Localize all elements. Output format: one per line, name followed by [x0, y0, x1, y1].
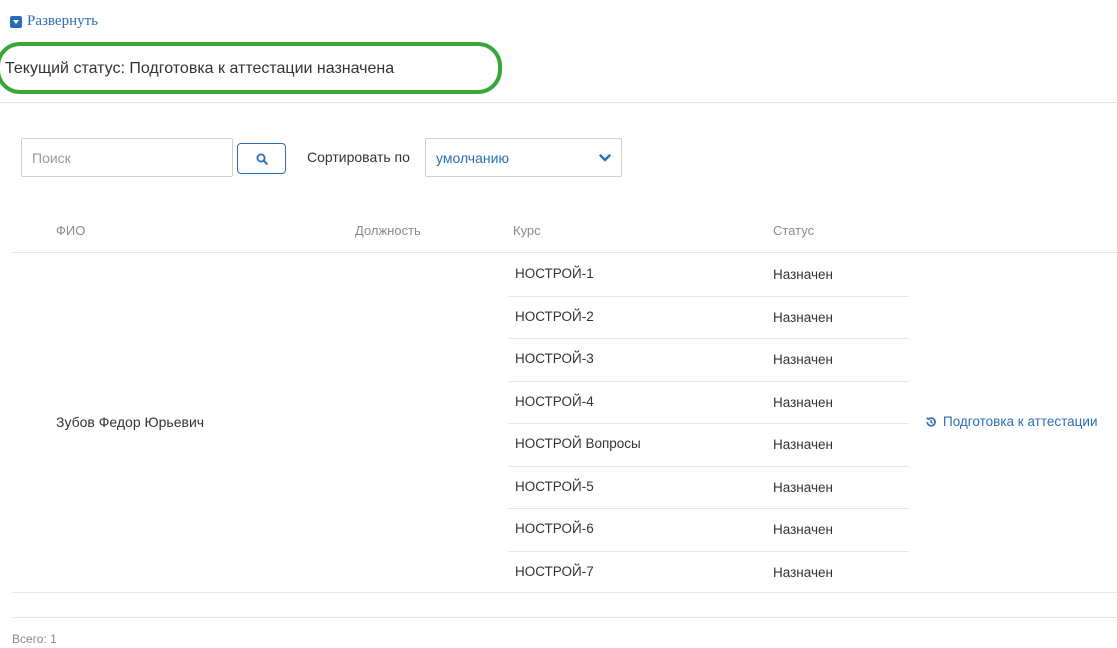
row-divider	[508, 423, 909, 424]
status-cell: Назначен	[773, 352, 833, 367]
search-button[interactable]	[237, 143, 286, 174]
expand-link[interactable]: Развернуть	[10, 13, 98, 30]
column-header-status[interactable]: Статус	[773, 223, 814, 238]
course-cell: НОСТРОЙ-2	[515, 308, 594, 324]
total-count: Всего: 1	[12, 632, 57, 646]
status-cell: Назначен	[773, 267, 833, 282]
course-cell: НОСТРОЙ Вопросы	[515, 436, 641, 451]
employee-name: Зубов Федор Юрьевич	[56, 414, 205, 430]
course-cell: НОСТРОЙ-1	[515, 266, 594, 281]
column-header-fio[interactable]: ФИО	[56, 223, 85, 238]
row-divider	[508, 465, 909, 467]
row-divider	[508, 338, 909, 339]
status-cell: Назначен	[773, 564, 833, 580]
status-cell: Назначен	[773, 522, 833, 537]
status-cell: Назначен	[773, 394, 833, 410]
divider	[12, 252, 1117, 253]
divider	[12, 617, 1117, 618]
divider	[12, 592, 1117, 593]
row-divider	[508, 550, 909, 552]
expand-label: Развернуть	[27, 13, 99, 29]
search-icon	[256, 153, 268, 165]
course-cell: НОСТРОЙ-7	[515, 563, 594, 579]
sort-select[interactable]: умолчанию	[425, 138, 622, 177]
current-status-text: Текущий статус: Подготовка к аттестации …	[5, 60, 395, 77]
sort-label: Сортировать по	[307, 149, 410, 165]
course-cell: НОСТРОЙ-5	[515, 478, 594, 494]
status-cell: Назначен	[773, 479, 833, 495]
attestation-prep-label: Подготовка к аттестации	[943, 414, 1098, 429]
row-divider	[508, 380, 909, 382]
divider	[0, 102, 1117, 103]
row-divider	[508, 295, 909, 297]
attestation-prep-link[interactable]: Подготовка к аттестации	[925, 414, 1098, 429]
search-input[interactable]	[21, 138, 233, 177]
sort-selected-value: умолчанию	[436, 149, 509, 166]
course-cell: НОСТРОЙ-4	[515, 393, 594, 409]
status-cell: Назначен	[773, 437, 833, 452]
history-icon	[926, 416, 936, 427]
expand-toggle-icon	[10, 15, 22, 28]
row-divider	[508, 508, 909, 509]
column-header-position[interactable]: Должность	[355, 223, 421, 238]
column-header-course[interactable]: Курс	[513, 223, 541, 238]
course-cell: НОСТРОЙ-6	[515, 521, 594, 536]
chevron-down-icon	[599, 153, 611, 161]
page: Развернуть Текущий статус: Подготовка к …	[0, 0, 1117, 648]
course-cell: НОСТРОЙ-3	[515, 351, 594, 366]
status-cell: Назначен	[773, 309, 833, 325]
